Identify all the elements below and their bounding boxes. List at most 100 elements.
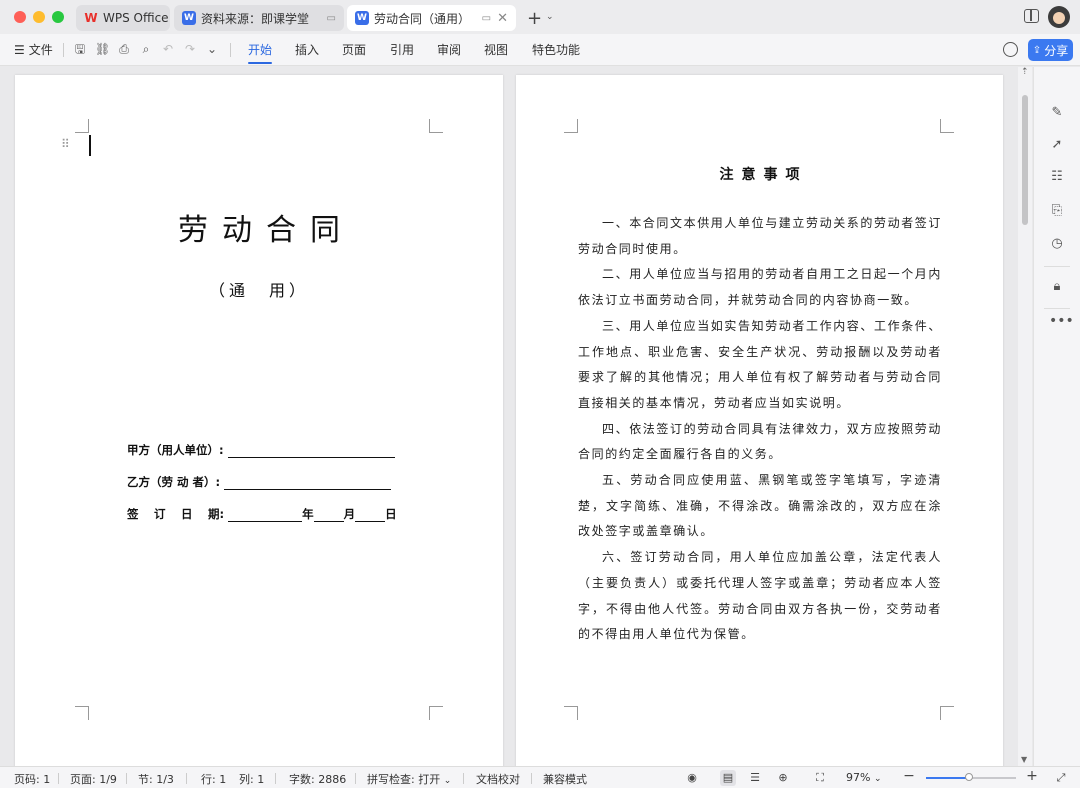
tab-special-features[interactable]: 特色功能: [532, 41, 580, 58]
scroll-to-top-icon[interactable]: ⇡: [1021, 67, 1029, 77]
tab-page[interactable]: 页面: [342, 41, 366, 58]
tab-labor-contract[interactable]: W 劳动合同（通用） ▭ ✕: [347, 5, 516, 31]
party-b-line[interactable]: [224, 478, 392, 490]
cloud-sync-icon[interactable]: [1003, 42, 1018, 57]
outline-view-icon[interactable]: ☰: [747, 770, 763, 786]
tab-references[interactable]: 引用: [390, 41, 414, 58]
party-b-label: 乙方（劳 动 者）:: [127, 475, 221, 489]
zoom-in-icon[interactable]: +: [1024, 768, 1040, 784]
pen-icon[interactable]: ✎: [1049, 105, 1065, 121]
page-cover[interactable]: ⠿ 劳动合同 （通 用） 甲方（用人单位）: 乙方（劳 动 者）: 签 订 日 …: [15, 75, 503, 766]
drag-handle-icon[interactable]: ⠿: [61, 137, 70, 151]
notes-paragraph: 四、依法签订的劳动合同具有法律效力，双方应按照劳动合同的约定全面履行各自的义务。: [578, 421, 943, 462]
year-label: 年: [302, 507, 314, 521]
zoom-slider-fill: [926, 777, 970, 779]
divider: [58, 773, 59, 784]
notes-body: 一、本合同文本供用人单位与建立劳动关系的劳动者签订劳动合同时使用。 二、用人单位…: [578, 211, 942, 648]
chevron-down-icon: ⌄: [873, 774, 882, 784]
divider: [531, 773, 532, 784]
margin-marker: [429, 119, 443, 133]
divider: [63, 43, 64, 57]
tab-source-doc[interactable]: W 资料来源：即课学堂 ▭: [174, 5, 344, 31]
word-count[interactable]: 字数: 2886: [289, 771, 346, 787]
notes-paragraph: 一、本合同文本供用人单位与建立劳动关系的劳动者签订劳动合同时使用。: [578, 216, 943, 256]
scrollbar-thumb[interactable]: [1022, 95, 1028, 225]
divider: [186, 773, 187, 784]
tab-wps-office[interactable]: W WPS Office: [76, 5, 170, 31]
close-window-button[interactable]: [14, 11, 26, 23]
margin-marker: [75, 119, 89, 133]
undo-icon[interactable]: ↶: [161, 42, 175, 56]
chevron-down-icon: ⌄: [443, 776, 452, 786]
sliders-icon[interactable]: ☷: [1049, 169, 1065, 185]
file-menu[interactable]: ☰ 文件: [14, 41, 53, 58]
zoom-out-icon[interactable]: −: [901, 768, 917, 784]
chevron-down-icon[interactable]: ⌄: [205, 42, 219, 56]
spell-check-toggle[interactable]: 拼写检查: 打开 ⌄: [367, 771, 451, 787]
spell-check-label: 拼写检查: 打开: [367, 773, 441, 786]
status-bar: 页码: 1 页面: 1/9 节: 1/3 行: 1 列: 1 字数: 2886 …: [0, 766, 1080, 788]
day-line[interactable]: [355, 510, 386, 522]
page-notes[interactable]: 注意事项 一、本合同文本供用人单位与建立劳动关系的劳动者签订劳动合同时使用。 二…: [516, 75, 1003, 766]
minimize-window-button[interactable]: [33, 11, 45, 23]
eye-icon[interactable]: ◉: [684, 770, 700, 786]
web-view-icon[interactable]: ⊕: [775, 770, 791, 786]
save-icon[interactable]: 🖫: [73, 42, 87, 56]
col-indicator: 列: 1: [239, 773, 265, 786]
redo-icon[interactable]: ↷: [183, 42, 197, 56]
page-subtitle: （通 用）: [208, 281, 309, 300]
new-tab-icon[interactable]: +: [527, 8, 542, 29]
notes-paragraph: 三、用人单位应当如实告知劳动者工作内容、工作条件、工作地点、职业危害、安全生产状…: [578, 318, 943, 410]
tab-insert[interactable]: 插入: [295, 41, 319, 58]
ai-edit-icon[interactable]: ⎘: [1049, 203, 1065, 219]
zoom-slider-knob[interactable]: [965, 773, 974, 781]
row-indicator: 行: 1: [201, 773, 227, 786]
more-icon[interactable]: •••: [1049, 313, 1074, 329]
sidebar-toggle-icon[interactable]: [1024, 9, 1039, 23]
zoom-slider[interactable]: [926, 773, 1016, 781]
party-a-line[interactable]: [227, 446, 395, 458]
month-line[interactable]: [313, 510, 344, 522]
avatar[interactable]: [1048, 6, 1070, 28]
tab-view[interactable]: 视图: [484, 41, 508, 58]
page-view-icon[interactable]: ▤: [720, 770, 736, 786]
vertical-scrollbar[interactable]: ⇡ ▼: [1018, 67, 1032, 766]
share-button[interactable]: ⇪ 分享: [1028, 39, 1073, 61]
month-label: 月: [343, 507, 356, 521]
fullscreen-window-button[interactable]: [52, 11, 64, 23]
chevron-down-icon[interactable]: ⌄: [546, 12, 554, 22]
cursor-select-icon[interactable]: ➚: [1049, 137, 1065, 153]
tab-home[interactable]: 开始: [248, 41, 273, 64]
monitor-icon: ▭: [326, 12, 336, 24]
section-count[interactable]: 节: 1/3: [138, 771, 174, 787]
zoom-level[interactable]: 97% ⌄: [846, 771, 882, 784]
wps-logo-icon: W: [84, 11, 98, 25]
page-title: 劳动合同: [178, 213, 354, 248]
fullscreen-icon[interactable]: ⤢: [1053, 770, 1069, 786]
share-icon: ⇪: [1032, 44, 1042, 56]
history-icon[interactable]: ◷: [1049, 236, 1065, 252]
scroll-down-icon[interactable]: ▼: [1021, 755, 1027, 764]
proofread-button[interactable]: 文档校对: [476, 771, 520, 787]
year-line[interactable]: [228, 510, 303, 522]
day-label: 日: [385, 507, 397, 521]
notes-paragraph: 二、用人单位应当与招用的劳动者自用工之日起一个月内依法订立书面劳动合同，并就劳动…: [578, 267, 943, 308]
share-label: 分享: [1044, 43, 1069, 58]
page-code[interactable]: 页码: 1: [14, 771, 50, 787]
lock-icon[interactable]: 🔒︎: [1049, 279, 1065, 295]
margin-marker: [429, 706, 443, 720]
sign-date-row: 签 订 日 期: 年 月 日: [127, 506, 397, 522]
divider: [1044, 308, 1070, 309]
document-area[interactable]: ⠿ 劳动合同 （通 用） 甲方（用人单位）: 乙方（劳 动 者）: 签 订 日 …: [0, 67, 1018, 766]
link-icon[interactable]: ⛓: [95, 42, 110, 56]
tab-label: 劳动合同（通用）: [374, 11, 471, 26]
print-preview-icon[interactable]: ⌕: [139, 42, 153, 56]
margin-marker: [75, 706, 89, 720]
notes-paragraph: 五、劳动合同应使用蓝、黑钢笔或签字笔填写，字迹清楚，文字简练、准确，不得涂改。确…: [578, 473, 942, 539]
tab-review[interactable]: 审阅: [437, 41, 461, 58]
margin-marker: [940, 119, 954, 133]
print-icon[interactable]: ⎙: [117, 42, 131, 56]
fit-page-icon[interactable]: ⛶: [812, 770, 828, 786]
page-count[interactable]: 页面: 1/9: [70, 771, 117, 787]
close-tab-icon[interactable]: ✕: [497, 11, 508, 26]
